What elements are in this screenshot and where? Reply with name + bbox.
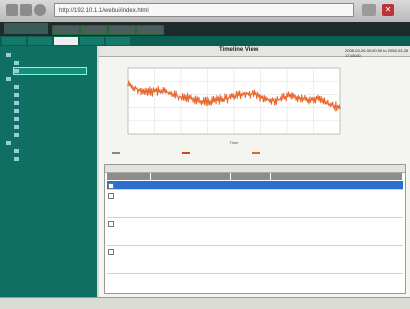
table-toolbar: [105, 165, 405, 173]
row-checkbox[interactable]: [108, 193, 114, 199]
column-header[interactable]: [151, 173, 231, 180]
column-header[interactable]: [107, 173, 151, 180]
series-point: [212, 100, 214, 102]
legend-swatch: [252, 151, 260, 154]
folder-icon: [6, 52, 11, 57]
header-button[interactable]: [80, 25, 108, 35]
series-point: [265, 98, 267, 101]
series-point: [328, 103, 331, 106]
series-point: [296, 96, 299, 98]
row-checkbox[interactable]: [108, 221, 114, 227]
series-point: [286, 94, 288, 97]
sidebar-item[interactable]: [14, 100, 86, 106]
sidebar-item[interactable]: [6, 52, 86, 58]
app-tab[interactable]: [106, 37, 130, 45]
legend-item: [112, 150, 122, 155]
forward-icon[interactable]: [20, 4, 32, 16]
legend-item: [252, 150, 262, 155]
reload-icon[interactable]: [34, 4, 46, 16]
table-row[interactable]: [107, 219, 403, 246]
row-checkbox[interactable]: [108, 249, 114, 255]
legend: [112, 150, 402, 158]
sidebar-item[interactable]: [13, 67, 87, 75]
menu-icon[interactable]: [362, 4, 376, 16]
sidebar-item[interactable]: [14, 116, 86, 122]
sidebar-item[interactable]: [14, 60, 86, 66]
app-logo: [4, 23, 48, 34]
series-point: [148, 90, 150, 93]
event-table: [104, 164, 406, 294]
sidebar-item[interactable]: [14, 84, 86, 90]
column-header[interactable]: [231, 173, 271, 180]
node-icon: [14, 108, 19, 113]
status-bar: [0, 297, 410, 309]
sidebar-item[interactable]: [6, 140, 86, 146]
node-icon: [14, 132, 19, 137]
app-tab-active[interactable]: [54, 37, 78, 45]
x-axis-label: Time: [230, 140, 240, 145]
timeline-chart: Time: [127, 67, 341, 145]
app-tabbar: [0, 36, 410, 46]
node-icon: [14, 148, 19, 153]
node-icon: [14, 156, 19, 161]
series-point: [254, 93, 256, 96]
close-icon[interactable]: ✕: [382, 4, 394, 16]
header-button[interactable]: [108, 25, 136, 35]
table-row[interactable]: [107, 181, 403, 190]
folder-icon: [6, 140, 11, 145]
table-row[interactable]: [107, 247, 403, 274]
series-point: [137, 88, 140, 91]
sidebar: [0, 46, 97, 297]
chart-range: 2008-03-26 00:00:00 to 2008-03-26 17:45:…: [345, 48, 409, 58]
series-point: [159, 89, 161, 92]
series-point: [275, 100, 278, 102]
series-point: [127, 84, 129, 86]
node-icon: [14, 116, 19, 121]
node-icon: [14, 68, 19, 73]
folder-icon: [6, 76, 11, 81]
sidebar-item[interactable]: [14, 156, 86, 162]
series-point: [243, 92, 246, 94]
sidebar-item[interactable]: [14, 108, 86, 114]
legend-item: [182, 150, 192, 155]
header-button[interactable]: [136, 25, 164, 35]
app-tab[interactable]: [28, 37, 52, 45]
column-header[interactable]: [271, 173, 403, 180]
sidebar-item[interactable]: [6, 76, 86, 82]
series-point: [169, 92, 172, 94]
table-row[interactable]: [107, 191, 403, 218]
series-point: [201, 100, 203, 102]
screenshot-frame: http://192.10.1.1/webui/index.html ✕ Tim…: [0, 0, 410, 309]
node-icon: [14, 100, 19, 105]
sidebar-item[interactable]: [14, 92, 86, 98]
address-bar[interactable]: http://192.10.1.1/webui/index.html: [54, 3, 354, 17]
series-point: [307, 100, 309, 102]
series-point: [318, 96, 320, 99]
app-tab[interactable]: [80, 37, 104, 45]
series-point: [222, 98, 225, 100]
row-checkbox[interactable]: [108, 183, 114, 189]
sidebar-item[interactable]: [14, 124, 86, 130]
app-header: [0, 22, 410, 36]
legend-swatch: [182, 151, 190, 154]
sidebar-item[interactable]: [14, 148, 86, 154]
app-tab[interactable]: [2, 37, 26, 45]
series-point: [190, 97, 193, 100]
series-point: [339, 106, 341, 109]
series-point: [180, 96, 182, 98]
node-icon: [14, 84, 19, 89]
header-button[interactable]: [52, 25, 80, 35]
node-icon: [14, 60, 19, 65]
back-icon[interactable]: [6, 4, 18, 16]
browser-toolbar: http://192.10.1.1/webui/index.html ✕: [0, 0, 410, 23]
legend-swatch: [112, 151, 120, 154]
node-icon: [14, 124, 19, 129]
sidebar-item[interactable]: [14, 132, 86, 138]
chart-title: Timeline View: [219, 47, 259, 53]
title-bar: Timeline View 2008-03-26 00:00:00 to 200…: [99, 46, 410, 58]
series-point: [233, 96, 235, 98]
node-icon: [14, 92, 19, 97]
